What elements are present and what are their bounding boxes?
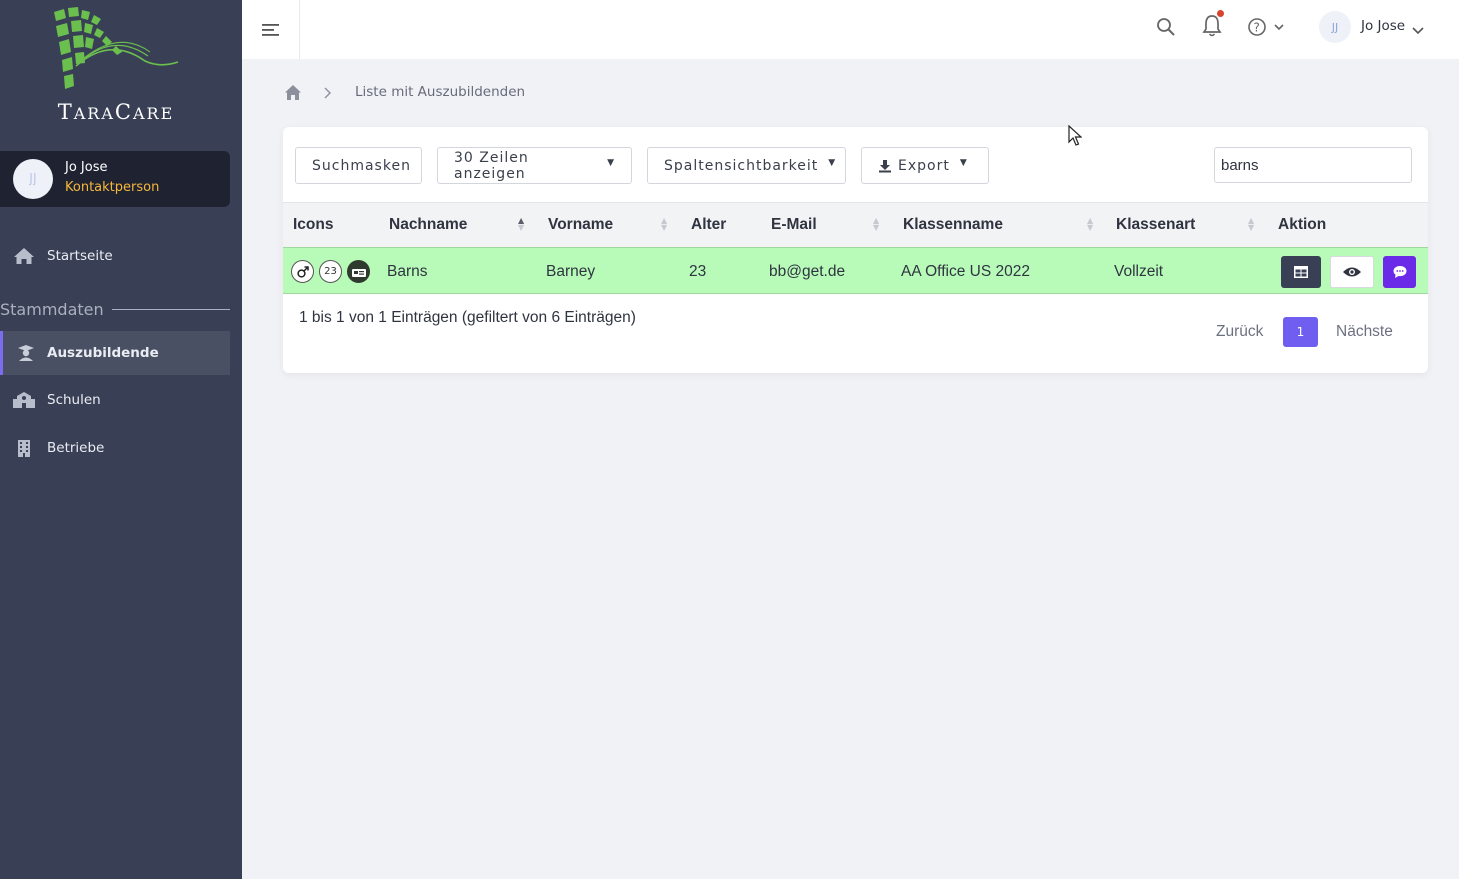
pagination-next[interactable]: Nächste [1336, 323, 1393, 341]
export-dropdown[interactable]: Export ▼ [861, 147, 989, 184]
age-badge: 23 [319, 260, 342, 283]
pagination-prev[interactable]: Zurück [1216, 323, 1263, 341]
sidebar-user-card[interactable]: JJ Jo Jose Kontaktperson [0, 151, 230, 207]
sort-icon[interactable]: ▲ ▼ [1248, 217, 1254, 232]
leaf-logo-icon [54, 7, 179, 89]
male-gender-icon [291, 260, 314, 283]
sidebar-item-label: Betriebe [47, 440, 105, 456]
table-row[interactable]: 23 Barns Barney 23 bb@get.de AA Office U… [283, 247, 1428, 294]
notification-dot [1217, 10, 1224, 17]
svg-text:?: ? [1254, 21, 1260, 35]
sidebar-item-betriebe[interactable]: Betriebe [0, 426, 230, 470]
sidebar: TARACARE JJ Jo Jose Kontaktperson Starts… [0, 0, 242, 879]
column-header-nachname[interactable]: Nachname [389, 216, 467, 234]
cell-email: bb@get.de [769, 263, 846, 280]
table-icon [1294, 266, 1308, 278]
column-header-aktion: Aktion [1278, 216, 1327, 233]
table-info: 1 bis 1 von 1 Einträgen (gefiltert von 6… [299, 309, 636, 326]
column-visibility-label: Spaltensichtbarkeit [664, 157, 819, 174]
sidebar-item-auszubildende[interactable]: Auszubildende [0, 331, 230, 375]
cell-vorname: Barney [546, 263, 596, 280]
pagination-page-1[interactable]: 1 [1283, 317, 1318, 347]
bell-icon[interactable] [1202, 14, 1222, 42]
chevron-down-icon[interactable] [1412, 21, 1424, 40]
user-menu-name[interactable]: Jo Jose [1361, 18, 1405, 34]
table-card: Suchmasken 30 Zeilen anzeigen ▼ Spaltensi… [283, 127, 1428, 373]
cell-klassenart: Vollzeit [1114, 263, 1164, 280]
sort-icon[interactable]: ▲ ▼ [873, 217, 879, 232]
sidebar-item-label: Startseite [47, 248, 113, 264]
search-masks-label: Suchmasken [312, 157, 411, 174]
section-divider [111, 308, 230, 310]
caret-down-icon: ▼ [959, 157, 968, 168]
column-header-email[interactable]: E-Mail [771, 216, 817, 234]
sidebar-item-label: Auszubildende [47, 345, 159, 361]
user-role: Kontaktperson [65, 180, 160, 195]
topbar: ? JJ Jo Jose [242, 0, 1459, 59]
school-icon [0, 391, 47, 409]
cell-alter: 23 [689, 263, 707, 280]
sort-icon[interactable]: ▲ ▼ [518, 217, 524, 232]
column-visibility-dropdown[interactable]: Spaltensichtbarkeit ▼ [647, 147, 846, 184]
breadcrumb-home-icon[interactable] [284, 84, 302, 105]
export-label: Export [898, 157, 950, 174]
taracare-logo[interactable]: TARACARE [0, 0, 242, 140]
search-icon[interactable] [1156, 16, 1176, 42]
column-header-klassenname[interactable]: Klassenname [903, 216, 1003, 234]
id-card-icon [347, 260, 370, 283]
logo-wordmark: TARACARE [57, 100, 175, 124]
sort-icon[interactable]: ▲ ▼ [661, 217, 667, 232]
search-masks-button[interactable]: Suchmasken [295, 147, 422, 184]
home-icon [0, 247, 47, 265]
graduate-icon [3, 344, 47, 362]
sort-icon[interactable]: ▲ ▼ [1087, 217, 1093, 232]
rows-per-page-dropdown[interactable]: 30 Zeilen anzeigen ▼ [437, 147, 632, 184]
chevron-right-icon [322, 85, 332, 104]
caret-down-icon: ▼ [607, 157, 615, 168]
sidebar-item-label: Schulen [47, 392, 101, 408]
avatar: JJ [13, 159, 53, 199]
rows-per-page-label: 30 Zeilen anzeigen [454, 149, 529, 182]
chat-icon [1393, 266, 1406, 278]
download-icon [879, 159, 891, 172]
user-name: Jo Jose [65, 160, 108, 175]
section-stammdaten: Stammdaten [0, 298, 230, 320]
section-label: Stammdaten [0, 299, 104, 319]
sidebar-item-schulen[interactable]: Schulen [0, 378, 230, 422]
column-header-alter[interactable]: Alter [691, 216, 726, 234]
eye-icon [1343, 267, 1361, 277]
search-input[interactable] [1214, 147, 1412, 183]
cell-nachname: Barns [387, 263, 428, 280]
table-view-button[interactable] [1281, 256, 1321, 288]
mouse-cursor-icon [1068, 124, 1083, 151]
building-icon [0, 439, 47, 457]
cell-klassenname: AA Office US 2022 [901, 263, 1030, 280]
breadcrumb-current: Liste mit Auszubildenden [355, 84, 526, 100]
column-header-vorname[interactable]: Vorname [548, 216, 613, 234]
column-header-klassenart[interactable]: Klassenart [1116, 216, 1195, 234]
view-button[interactable] [1330, 256, 1374, 288]
column-header-icons: Icons [293, 216, 334, 233]
caret-down-icon: ▼ [828, 157, 837, 168]
sidebar-item-startseite[interactable]: Startseite [0, 234, 230, 278]
table-header: Icons Nachname ▲ ▼ Vorname ▲ ▼ Alter E-Mai… [283, 202, 1428, 247]
hamburger-icon [261, 23, 279, 36]
avatar[interactable]: JJ [1319, 11, 1351, 43]
help-icon[interactable]: ? [1247, 17, 1289, 41]
message-button[interactable] [1383, 256, 1416, 288]
menu-toggle-button[interactable] [242, 0, 300, 59]
